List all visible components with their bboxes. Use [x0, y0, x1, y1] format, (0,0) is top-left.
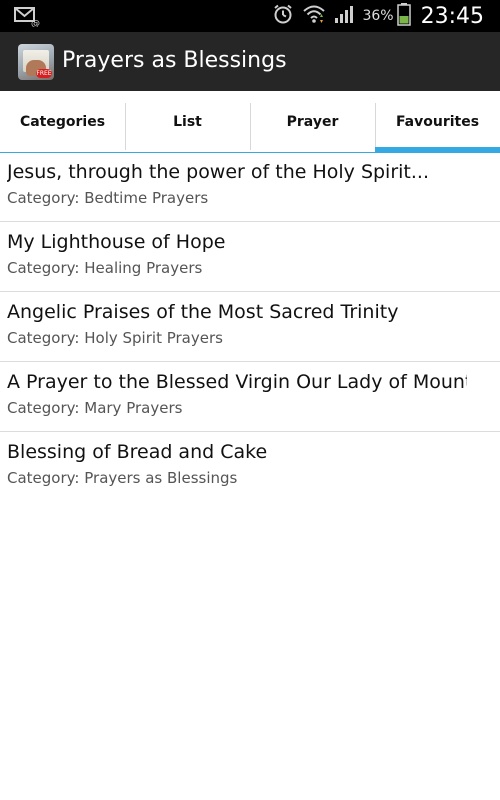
battery-icon — [396, 2, 411, 30]
tab-bar: Categories List Prayer Favourites — [0, 91, 500, 153]
list-item[interactable]: Blessing of Bread and Cake Category: Pra… — [0, 432, 500, 501]
favourites-list: Jesus, through the power of the Holy Spi… — [0, 152, 500, 501]
clock: 23:45 — [420, 3, 484, 29]
svg-text:@: @ — [31, 19, 40, 27]
prayer-title: Angelic Praises of the Most Sacred Trini… — [7, 301, 399, 323]
alarm-icon — [272, 3, 294, 29]
list-item[interactable]: My Lighthouse of Hope Category: Healing … — [0, 222, 500, 292]
prayer-title: My Lighthouse of Hope — [7, 231, 226, 253]
tab-prayer[interactable]: Prayer — [250, 91, 375, 152]
prayer-title: A Prayer to the Blessed Virgin Our Lady … — [7, 371, 467, 393]
tab-categories[interactable]: Categories — [0, 91, 125, 152]
wifi-icon — [302, 3, 326, 29]
prayer-category: Category: Healing Prayers — [7, 259, 203, 277]
free-badge: FREE — [36, 69, 52, 78]
list-item[interactable]: Jesus, through the power of the Holy Spi… — [0, 152, 500, 222]
list-item[interactable]: Angelic Praises of the Most Sacred Trini… — [0, 292, 500, 362]
notification-area: @ — [14, 5, 40, 29]
list-item[interactable]: A Prayer to the Blessed Virgin Our Lady … — [0, 362, 500, 432]
action-bar: FREE Prayers as Blessings — [0, 32, 500, 91]
app-title: Prayers as Blessings — [62, 48, 287, 73]
prayer-title: Blessing of Bread and Cake — [7, 441, 268, 463]
prayer-category: Category: Prayers as Blessings — [7, 469, 238, 487]
email-icon: @ — [14, 7, 40, 31]
app-icon[interactable]: FREE — [18, 44, 54, 80]
battery-percent: 36% — [362, 8, 394, 24]
status-indicators: 36% 23:45 — [264, 0, 484, 32]
tab-favourites[interactable]: Favourites — [375, 91, 500, 152]
status-bar: @ 36% 23:45 — [0, 0, 500, 32]
tab-list[interactable]: List — [125, 91, 250, 152]
signal-icon — [334, 3, 356, 29]
prayer-title: Jesus, through the power of the Holy Spi… — [7, 161, 429, 183]
prayer-category: Category: Mary Prayers — [7, 399, 183, 417]
prayer-category: Category: Bedtime Prayers — [7, 189, 209, 207]
prayer-category: Category: Holy Spirit Prayers — [7, 329, 223, 347]
